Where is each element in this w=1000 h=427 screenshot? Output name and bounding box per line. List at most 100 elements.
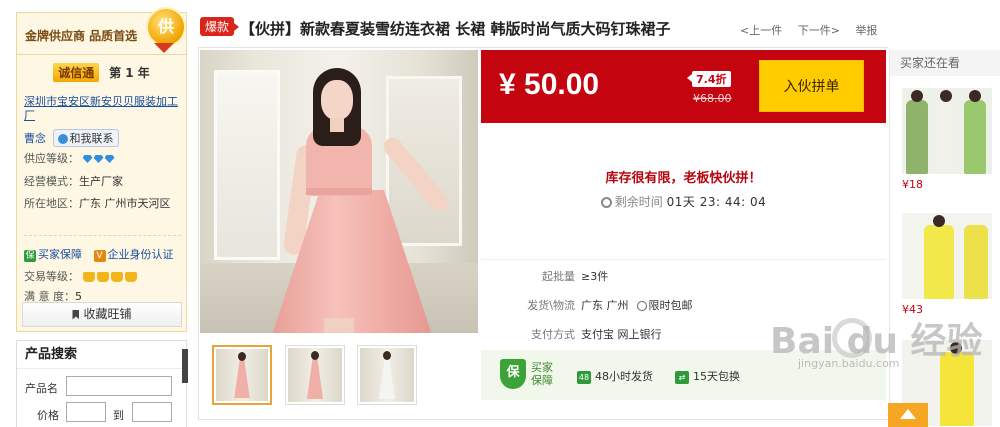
- supplier-card: 金牌供应商 品质首选 供 诚信通 第 1 年 深圳市宝安区新安贝贝服装加工厂 曹…: [16, 7, 187, 332]
- gold-supplier-label: 金牌供应商 品质首选: [25, 29, 138, 43]
- diamond-icon: [104, 155, 115, 163]
- recommend-image-2[interactable]: [902, 213, 992, 299]
- buyer-protect-icon: 保: [24, 250, 36, 262]
- trade-level-row: 交易等级：: [24, 268, 139, 284]
- model-face: [321, 80, 353, 120]
- back-to-top-button[interactable]: [888, 403, 928, 427]
- mini-model-head: [933, 215, 945, 227]
- chat-icon: [57, 134, 68, 144]
- region-row: 所在地区：广东 广州市天河区: [24, 195, 171, 211]
- thumbnail-3[interactable]: [357, 345, 417, 405]
- 48h-icon: 48: [577, 370, 591, 384]
- business-mode-row: 经营模式：生产厂家: [24, 173, 123, 189]
- guarantee-48h[interactable]: 48 48小时发货: [577, 368, 653, 384]
- business-mode-value: 生产厂家: [79, 175, 123, 188]
- chat-button[interactable]: 和我联系: [52, 129, 119, 147]
- countdown: 剩余时间 01天 23: 44: 04: [481, 193, 886, 210]
- payment-key: 支付方式: [531, 328, 575, 341]
- crown-icon: [82, 272, 95, 282]
- chengxin-badge: 诚信通: [53, 63, 100, 82]
- crown-icon: [124, 272, 137, 282]
- crown-icon: [96, 272, 109, 282]
- product-name-input[interactable]: [66, 376, 172, 396]
- price-max-input[interactable]: [132, 402, 172, 422]
- price-bar: ¥ 50.00 7.4折 ¥68.00 入伙拼单: [481, 50, 886, 123]
- buyers-also-view: 买家还在看 ¥18 ¥43: [889, 50, 1000, 427]
- product-title: 【伙拼】新款春夏装雪纺连衣裙 长裙 韩版时尚气质大码钉珠裙子: [240, 20, 671, 38]
- shipping-origin: 广东 广州: [581, 299, 629, 312]
- supply-level-key: 供应等级：: [24, 152, 79, 165]
- shield-icon: 保: [500, 359, 526, 389]
- enterprise-auth-link[interactable]: 企业身份认证: [108, 248, 174, 261]
- report-link[interactable]: 举报: [855, 24, 877, 37]
- thumbnail-2[interactable]: [285, 345, 345, 405]
- chengxin-year: 第 1 年: [109, 66, 150, 80]
- crown-icon: [110, 272, 123, 282]
- moq-row: 起批量 ≥3件: [481, 268, 886, 288]
- mini-model: [906, 100, 928, 174]
- hot-tag-badge: 爆款: [200, 17, 240, 36]
- clock-icon: [636, 301, 647, 311]
- product-main-image[interactable]: [200, 50, 478, 333]
- free-shipping-label: 限时包邮: [648, 299, 693, 312]
- group-price: ¥ 50.00: [499, 68, 600, 101]
- recommend-image-1[interactable]: [902, 88, 992, 174]
- shipping-key: 发货\物流: [527, 299, 575, 312]
- contact-row: 曹念 和我联系: [24, 129, 119, 147]
- mini-model-head: [940, 90, 952, 102]
- thumbnail-1[interactable]: [212, 345, 272, 405]
- mini-model-head: [911, 90, 923, 102]
- mini-model: [964, 225, 988, 299]
- buyer-protect-link[interactable]: 买家保障: [38, 248, 82, 261]
- model-belt: [306, 188, 372, 195]
- stock-message: 库存很有限，老板快伙拼！: [605, 171, 762, 186]
- countdown-label: 剩余时间: [614, 195, 663, 209]
- trade-level-key: 交易等级：: [24, 270, 79, 283]
- guarantee-row: 保买家保障 V 企业身份认证: [24, 246, 174, 262]
- price-min-input[interactable]: [66, 402, 106, 422]
- clock-icon: [600, 197, 612, 208]
- payment-value: 支付宝 网上银行: [581, 328, 662, 341]
- mini-model: [935, 100, 957, 174]
- enterprise-auth-icon: V: [93, 250, 106, 262]
- mini-model: [924, 225, 954, 299]
- region-value: 广东 广州市天河区: [79, 197, 171, 210]
- prev-item-link[interactable]: <上一件: [740, 24, 782, 37]
- diamond-icon: [82, 155, 93, 163]
- price-to-label: 到: [113, 409, 124, 422]
- moq-key: 起批量: [542, 270, 575, 283]
- divider: [24, 235, 181, 236]
- mini-model: [964, 100, 986, 174]
- join-group-buy-button[interactable]: 入伙拼单: [759, 60, 864, 112]
- moq-value: ≥3件: [581, 270, 609, 283]
- chengxin-row: 诚信通 第 1 年: [17, 63, 186, 82]
- guarantee-title: 买家保障: [531, 361, 553, 387]
- original-price: ¥68.00: [693, 92, 732, 105]
- company-name-link[interactable]: 深圳市宝安区新安贝贝服装加工厂: [24, 95, 184, 123]
- region-key: 所在地区：: [24, 197, 79, 210]
- recommend-price-1: ¥18: [902, 178, 923, 191]
- shipping-value: 广东 广州 限时包邮: [581, 297, 693, 313]
- model-legs: [324, 318, 354, 333]
- countdown-value: 01天 23: 44: 04: [666, 195, 767, 209]
- next-item-link[interactable]: 下一件>: [798, 24, 840, 37]
- guarantee-48h-label: 48小时发货: [595, 370, 653, 383]
- product-name-label: 产品名: [25, 382, 58, 395]
- price-label: 价格: [37, 409, 59, 422]
- baidu-watermark-url: jingyan.baidu.com: [798, 357, 900, 370]
- product-nav: <上一件 下一件> 举报: [740, 22, 889, 38]
- bookmark-icon: [72, 309, 80, 320]
- diamond-icon: [93, 155, 104, 163]
- favorite-shop-button[interactable]: 收藏旺铺: [22, 302, 182, 327]
- recommend-item-1[interactable]: ¥18: [902, 88, 992, 191]
- stock-panel: 库存很有限，老板快伙拼！ 剩余时间 01天 23: 44: 04: [481, 123, 886, 260]
- collapse-handle[interactable]: [182, 349, 188, 383]
- model-neck: [330, 118, 344, 132]
- guarantee-15d[interactable]: ⇄ 15天包换: [675, 368, 740, 384]
- contact-name[interactable]: 曹念: [24, 132, 46, 145]
- favorite-shop-label: 收藏旺铺: [83, 307, 132, 321]
- mini-model-head: [969, 90, 981, 102]
- exchange-icon: ⇄: [675, 370, 689, 384]
- recommend-item-2[interactable]: ¥43: [902, 213, 992, 316]
- guarantee-15d-label: 15天包换: [693, 370, 740, 383]
